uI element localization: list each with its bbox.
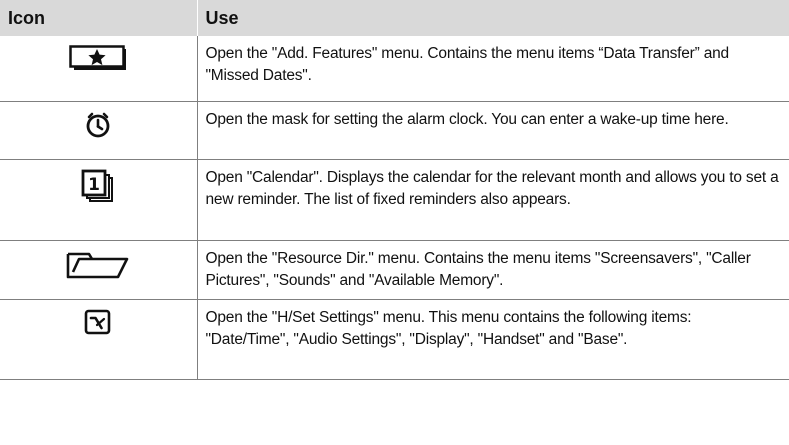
table-row: 1 Open "Calendar". Displays the calendar… bbox=[0, 159, 789, 241]
header-icon: Icon bbox=[8, 7, 46, 28]
folder-icon bbox=[65, 250, 131, 280]
settings-icon bbox=[84, 309, 112, 337]
row-description: Open the "H/Set Settings" menu. This men… bbox=[197, 299, 789, 380]
row-description: Open the mask for setting the alarm cloc… bbox=[197, 101, 789, 160]
alarm-clock-icon bbox=[84, 111, 112, 139]
table-header-row: Icon Use bbox=[0, 0, 789, 36]
row-description: Open the "Resource Dir." menu. Contains … bbox=[197, 240, 789, 300]
svg-text:1: 1 bbox=[88, 175, 100, 195]
row-description: Open "Calendar". Displays the calendar f… bbox=[197, 159, 789, 241]
header-use: Use bbox=[196, 0, 789, 36]
table-row: Open the "Resource Dir." menu. Contains … bbox=[0, 240, 789, 300]
calendar-icon: 1 bbox=[81, 169, 115, 203]
table-row: Open the "Add. Features" menu. Contains … bbox=[0, 36, 789, 102]
icon-usage-table: Icon Use Open the "Add. Features" menu. … bbox=[0, 0, 789, 380]
row-description: Open the "Add. Features" menu. Contains … bbox=[197, 36, 789, 102]
table-row: Open the mask for setting the alarm cloc… bbox=[0, 101, 789, 160]
table-row: Open the "H/Set Settings" menu. This men… bbox=[0, 299, 789, 380]
star-key-icon bbox=[69, 45, 127, 71]
